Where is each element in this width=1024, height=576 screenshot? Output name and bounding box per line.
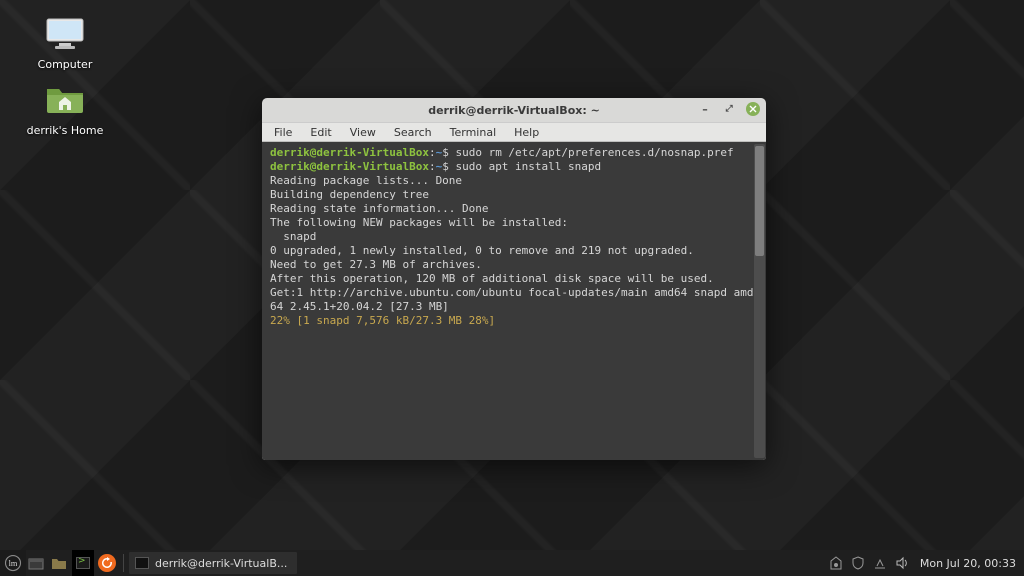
tray-volume-icon[interactable] (894, 555, 910, 571)
menu-search[interactable]: Search (386, 124, 440, 141)
folder-icon (44, 80, 86, 120)
maximize-button[interactable]: ⤢ (722, 102, 736, 116)
window-controls: – ⤢ (698, 102, 760, 116)
taskbar-left: lm derrik@derrik-VirtualB... (0, 550, 297, 576)
svg-text:lm: lm (9, 559, 18, 568)
menu-terminal[interactable]: Terminal (442, 124, 505, 141)
taskbar-separator (123, 554, 124, 572)
taskbar: lm derrik@derrik-VirtualB... (0, 550, 1024, 576)
terminal-icon (135, 557, 149, 569)
taskbar-window-label: derrik@derrik-VirtualB... (155, 557, 287, 570)
system-tray: Mon Jul 20, 00:33 (828, 550, 1024, 576)
taskbar-clock[interactable]: Mon Jul 20, 00:33 (920, 557, 1016, 570)
desktop-icon-computer[interactable]: Computer (22, 14, 108, 71)
close-button[interactable] (746, 102, 760, 116)
window-title: derrik@derrik-VirtualBox: ~ (428, 104, 600, 117)
computer-icon (44, 14, 86, 54)
update-manager-launcher[interactable] (98, 554, 116, 572)
files-launcher[interactable] (46, 550, 72, 576)
show-desktop-button[interactable] (26, 550, 46, 576)
desktop-icon-label: derrik's Home (22, 124, 108, 137)
desktop-icon-home[interactable]: derrik's Home (22, 80, 108, 137)
menu-file[interactable]: File (266, 124, 300, 141)
tray-shield-icon[interactable] (850, 555, 866, 571)
taskbar-window-button[interactable]: derrik@derrik-VirtualB... (129, 552, 297, 574)
start-menu-button[interactable]: lm (0, 550, 26, 576)
tray-network-icon[interactable] (872, 555, 888, 571)
tray-update-icon[interactable] (828, 555, 844, 571)
terminal-launcher[interactable] (72, 550, 94, 576)
menu-edit[interactable]: Edit (302, 124, 339, 141)
terminal-body[interactable]: derrik@derrik-VirtualBox:~$ sudo rm /etc… (262, 142, 766, 460)
window-titlebar[interactable]: derrik@derrik-VirtualBox: ~ – ⤢ (262, 98, 766, 122)
scrollbar-thumb[interactable] (755, 146, 764, 256)
menu-view[interactable]: View (342, 124, 384, 141)
scrollbar[interactable] (754, 144, 765, 458)
desktop-icon-label: Computer (22, 58, 108, 71)
minimize-button[interactable]: – (698, 102, 712, 116)
menu-help[interactable]: Help (506, 124, 547, 141)
terminal-window: derrik@derrik-VirtualBox: ~ – ⤢ File Edi… (262, 98, 766, 460)
terminal-output: derrik@derrik-VirtualBox:~$ sudo rm /etc… (270, 146, 760, 328)
menu-bar: File Edit View Search Terminal Help (262, 122, 766, 142)
